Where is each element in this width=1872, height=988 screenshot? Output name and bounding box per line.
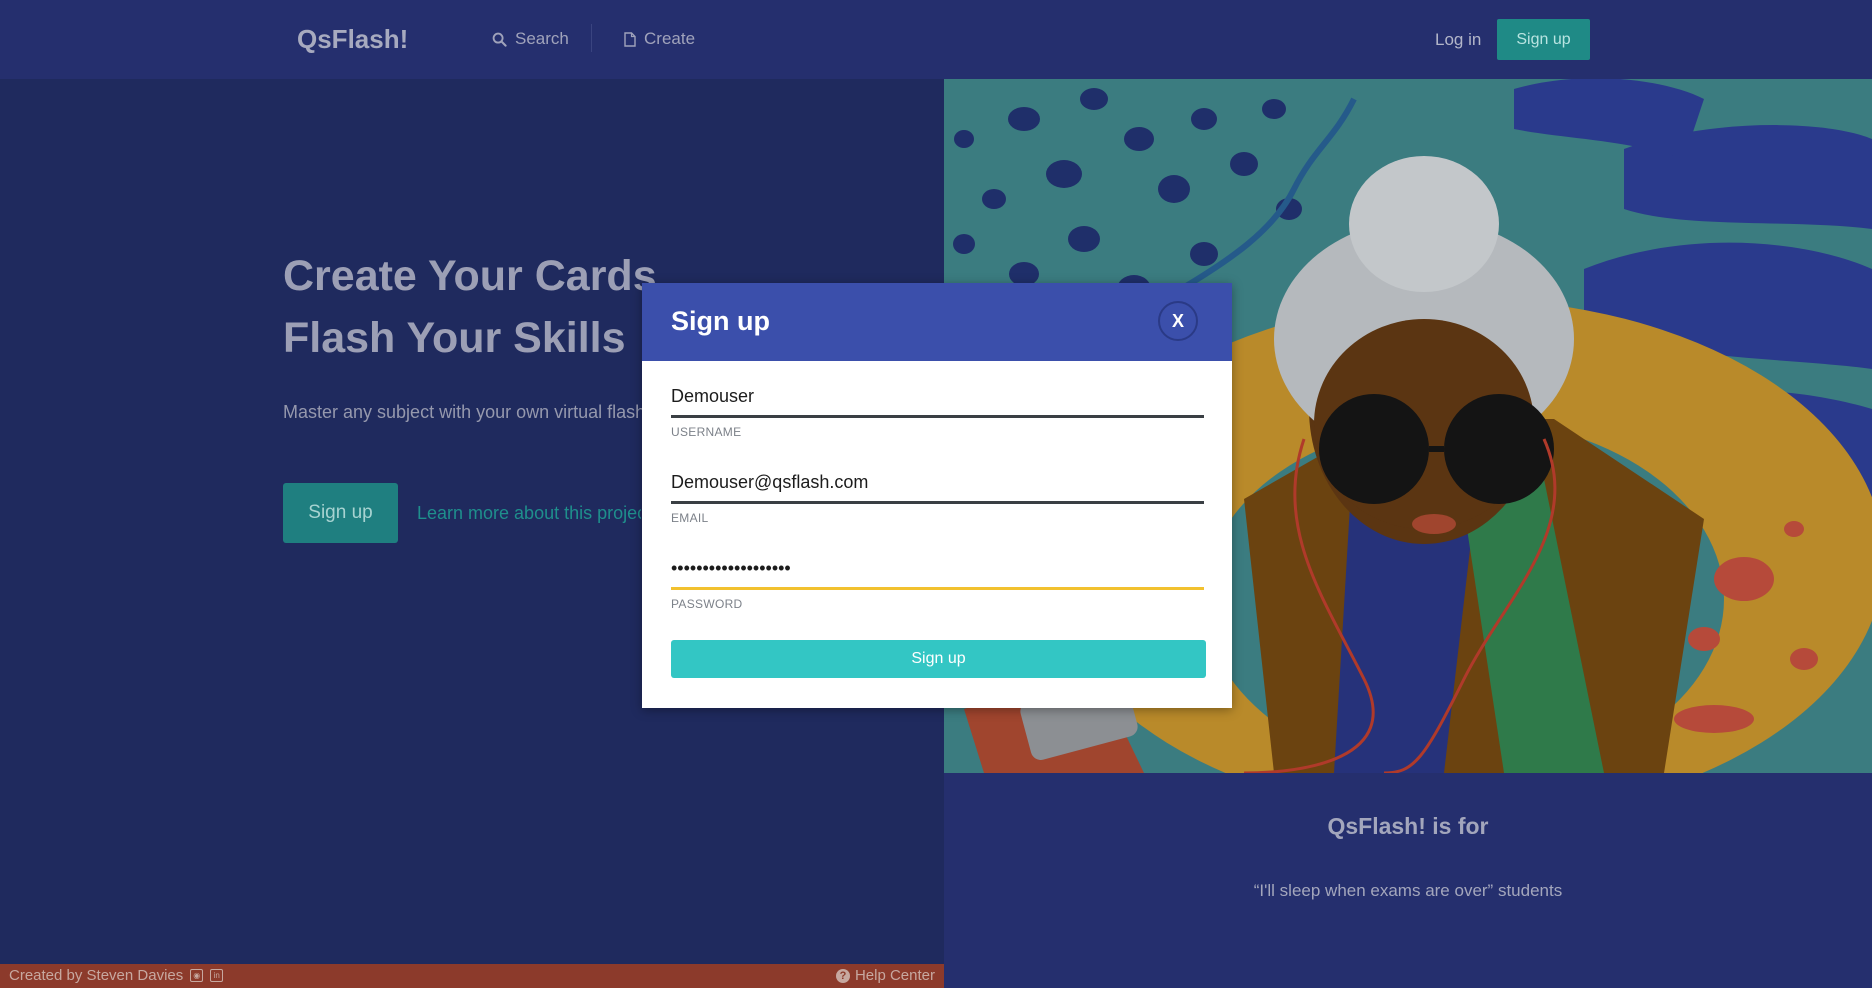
close-icon[interactable]: X xyxy=(1158,301,1198,341)
username-field-group: USERNAME xyxy=(671,378,1204,439)
signup-submit-button[interactable]: Sign up xyxy=(671,640,1206,678)
login-link[interactable]: Log in xyxy=(1435,30,1481,50)
nav-divider xyxy=(591,24,592,52)
help-center-link[interactable]: ? Help Center xyxy=(835,967,935,984)
modal-header: Sign up X xyxy=(642,283,1232,361)
top-navbar: QsFlash! Search Create Log in Sign up xyxy=(0,0,1872,79)
hero-title-line1: Create Your Cards xyxy=(283,252,657,300)
modal-title: Sign up xyxy=(671,306,770,336)
username-field[interactable] xyxy=(671,378,1204,418)
hero-title-line2: Flash Your Skills xyxy=(283,314,626,362)
nav-search-link[interactable]: Search xyxy=(492,29,569,49)
search-icon xyxy=(492,32,507,47)
footer-credit: Created by Steven Davies xyxy=(9,967,184,984)
nav-signup-button[interactable]: Sign up xyxy=(1497,19,1590,60)
nav-create-label: Create xyxy=(644,29,696,48)
learn-more-link[interactable]: Learn more about this project xyxy=(417,503,641,524)
email-field[interactable] xyxy=(671,464,1204,504)
audience-section: QsFlash! is for “I'll sleep when exams a… xyxy=(944,773,1872,988)
password-field[interactable] xyxy=(671,550,1204,590)
email-label: EMAIL xyxy=(671,511,709,525)
audience-quote: “I'll sleep when exams are over” student… xyxy=(1253,881,1563,900)
hero-title: Create Your Cards Flash Your Skills xyxy=(283,245,657,369)
email-field-group: EMAIL xyxy=(671,464,1204,525)
footer-credit-group: Created by Steven Davies ◉ in xyxy=(9,967,224,984)
signup-modal: Sign up X USERNAME EMAIL PASSWORD Sign u… xyxy=(642,283,1232,708)
username-label: USERNAME xyxy=(671,425,742,439)
github-icon[interactable]: ◉ xyxy=(190,969,204,982)
nav-create-link[interactable]: Create xyxy=(624,29,695,49)
help-center-label: Help Center xyxy=(854,967,935,984)
password-label: PASSWORD xyxy=(671,597,743,611)
password-field-group: PASSWORD xyxy=(671,550,1204,611)
document-icon xyxy=(624,31,636,47)
linkedin-icon[interactable]: in xyxy=(210,969,224,982)
nav-search-label: Search xyxy=(515,29,569,48)
help-icon: ? xyxy=(835,968,850,983)
brand-logo[interactable]: QsFlash! xyxy=(297,24,408,55)
audience-title: QsFlash! is for xyxy=(1327,813,1489,839)
footer-bar: Created by Steven Davies ◉ in ? Help Cen… xyxy=(0,964,944,988)
hero-subtitle: Master any subject with your own virtual… xyxy=(283,402,643,422)
hero-signup-button[interactable]: Sign up xyxy=(283,483,398,543)
